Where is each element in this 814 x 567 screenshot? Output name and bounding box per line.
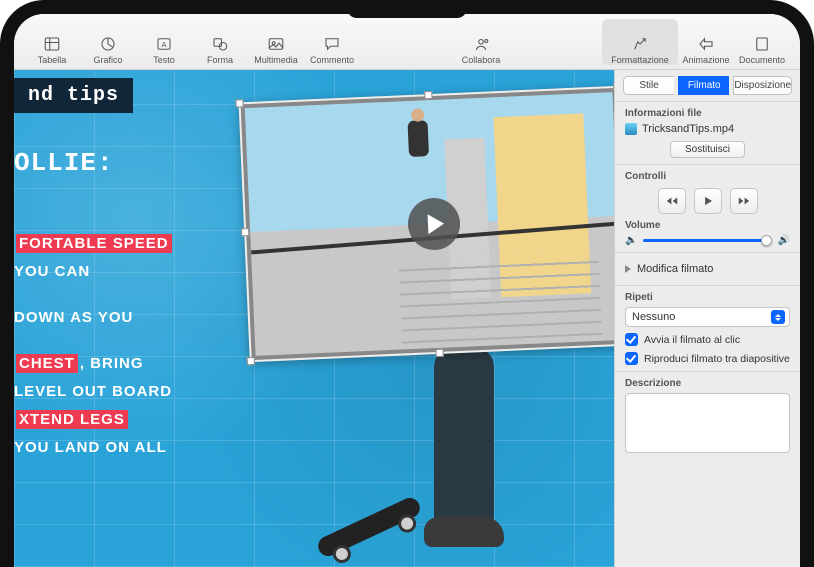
forward-button[interactable]	[730, 188, 758, 214]
animate-icon	[696, 35, 716, 53]
disclosure-triangle-icon	[625, 265, 631, 273]
animate-button[interactable]: Animazione	[678, 19, 734, 65]
media-icon	[266, 35, 286, 53]
document-button[interactable]: Documento	[734, 19, 790, 65]
repeat-heading: Ripeti	[625, 292, 790, 303]
play-across-slides-checkbox[interactable]	[625, 352, 638, 365]
tab-arrange[interactable]: Disposizione	[733, 76, 792, 95]
comment-button[interactable]: Commento	[304, 19, 360, 65]
file-info-row: TricksandTips.mp4	[625, 123, 790, 135]
slide-subtitle[interactable]: OLLIE:	[14, 148, 114, 178]
text-icon: A	[154, 35, 174, 53]
shape-icon	[210, 35, 230, 53]
chart-button[interactable]: Grafico	[80, 19, 136, 65]
collaborate-icon	[471, 35, 491, 53]
slide-title-box[interactable]: nd tips	[14, 78, 133, 113]
tab-movie[interactable]: Filmato	[678, 76, 729, 95]
chart-icon	[98, 35, 118, 53]
start-on-click-checkbox[interactable]	[625, 333, 638, 346]
skater-leg-graphic	[434, 347, 494, 527]
table-button[interactable]: Tabella	[24, 19, 80, 65]
format-icon	[630, 35, 650, 53]
replace-button[interactable]: Sostituisci	[670, 141, 745, 158]
description-textarea[interactable]	[625, 393, 790, 453]
volume-slider[interactable]	[643, 239, 771, 242]
laptop-notch	[347, 0, 467, 18]
format-button[interactable]: Formattazione	[602, 19, 678, 65]
shape-button[interactable]: Forma	[192, 19, 248, 65]
tab-style[interactable]: Stile	[623, 76, 674, 95]
document-icon	[752, 35, 772, 53]
filename-label: TricksandTips.mp4	[642, 123, 734, 135]
edit-movie-disclosure[interactable]: Modifica filmato	[625, 259, 790, 279]
quicktime-icon	[625, 123, 637, 135]
video-object[interactable]	[239, 86, 614, 362]
svg-text:A: A	[161, 40, 166, 49]
controls-heading: Controlli	[625, 171, 790, 182]
file-info-heading: Informazioni file	[625, 108, 790, 119]
volume-high-icon: 🔊	[778, 235, 790, 246]
main-toolbar: Tabella Grafico A Testo Forma Multimedia…	[14, 14, 800, 70]
play-button[interactable]	[694, 188, 722, 214]
repeat-value: Nessuno	[632, 311, 675, 323]
rewind-button[interactable]	[658, 188, 686, 214]
start-on-click-label: Avvia il filmato al clic	[644, 334, 740, 346]
comment-icon	[322, 35, 342, 53]
volume-heading: Volume	[625, 220, 790, 231]
play-across-slides-label: Riproduci filmato tra diapositive	[644, 353, 790, 365]
select-arrows-icon	[771, 310, 785, 324]
slide-body-text[interactable]: FORTABLE SPEED YOU CAN DOWN AS YOU CHEST…	[14, 230, 174, 462]
resize-handle[interactable]	[235, 99, 243, 107]
repeat-select[interactable]: Nessuno	[625, 307, 790, 327]
resize-handle[interactable]	[424, 91, 432, 99]
format-inspector: Stile Filmato Disposizione Informazioni …	[614, 70, 800, 567]
resize-handle[interactable]	[241, 228, 249, 236]
collaborate-button[interactable]: Collabora	[453, 19, 509, 65]
volume-low-icon: 🔈	[625, 235, 637, 246]
description-heading: Descrizione	[625, 378, 790, 389]
inspector-tabs: Stile Filmato Disposizione	[615, 70, 800, 101]
table-icon	[42, 35, 62, 53]
resize-handle[interactable]	[435, 349, 443, 357]
media-button[interactable]: Multimedia	[248, 19, 304, 65]
text-button[interactable]: A Testo	[136, 19, 192, 65]
slide-canvas[interactable]: nd tips OLLIE: FORTABLE SPEED YOU CAN DO…	[14, 70, 614, 567]
resize-handle[interactable]	[247, 357, 255, 365]
